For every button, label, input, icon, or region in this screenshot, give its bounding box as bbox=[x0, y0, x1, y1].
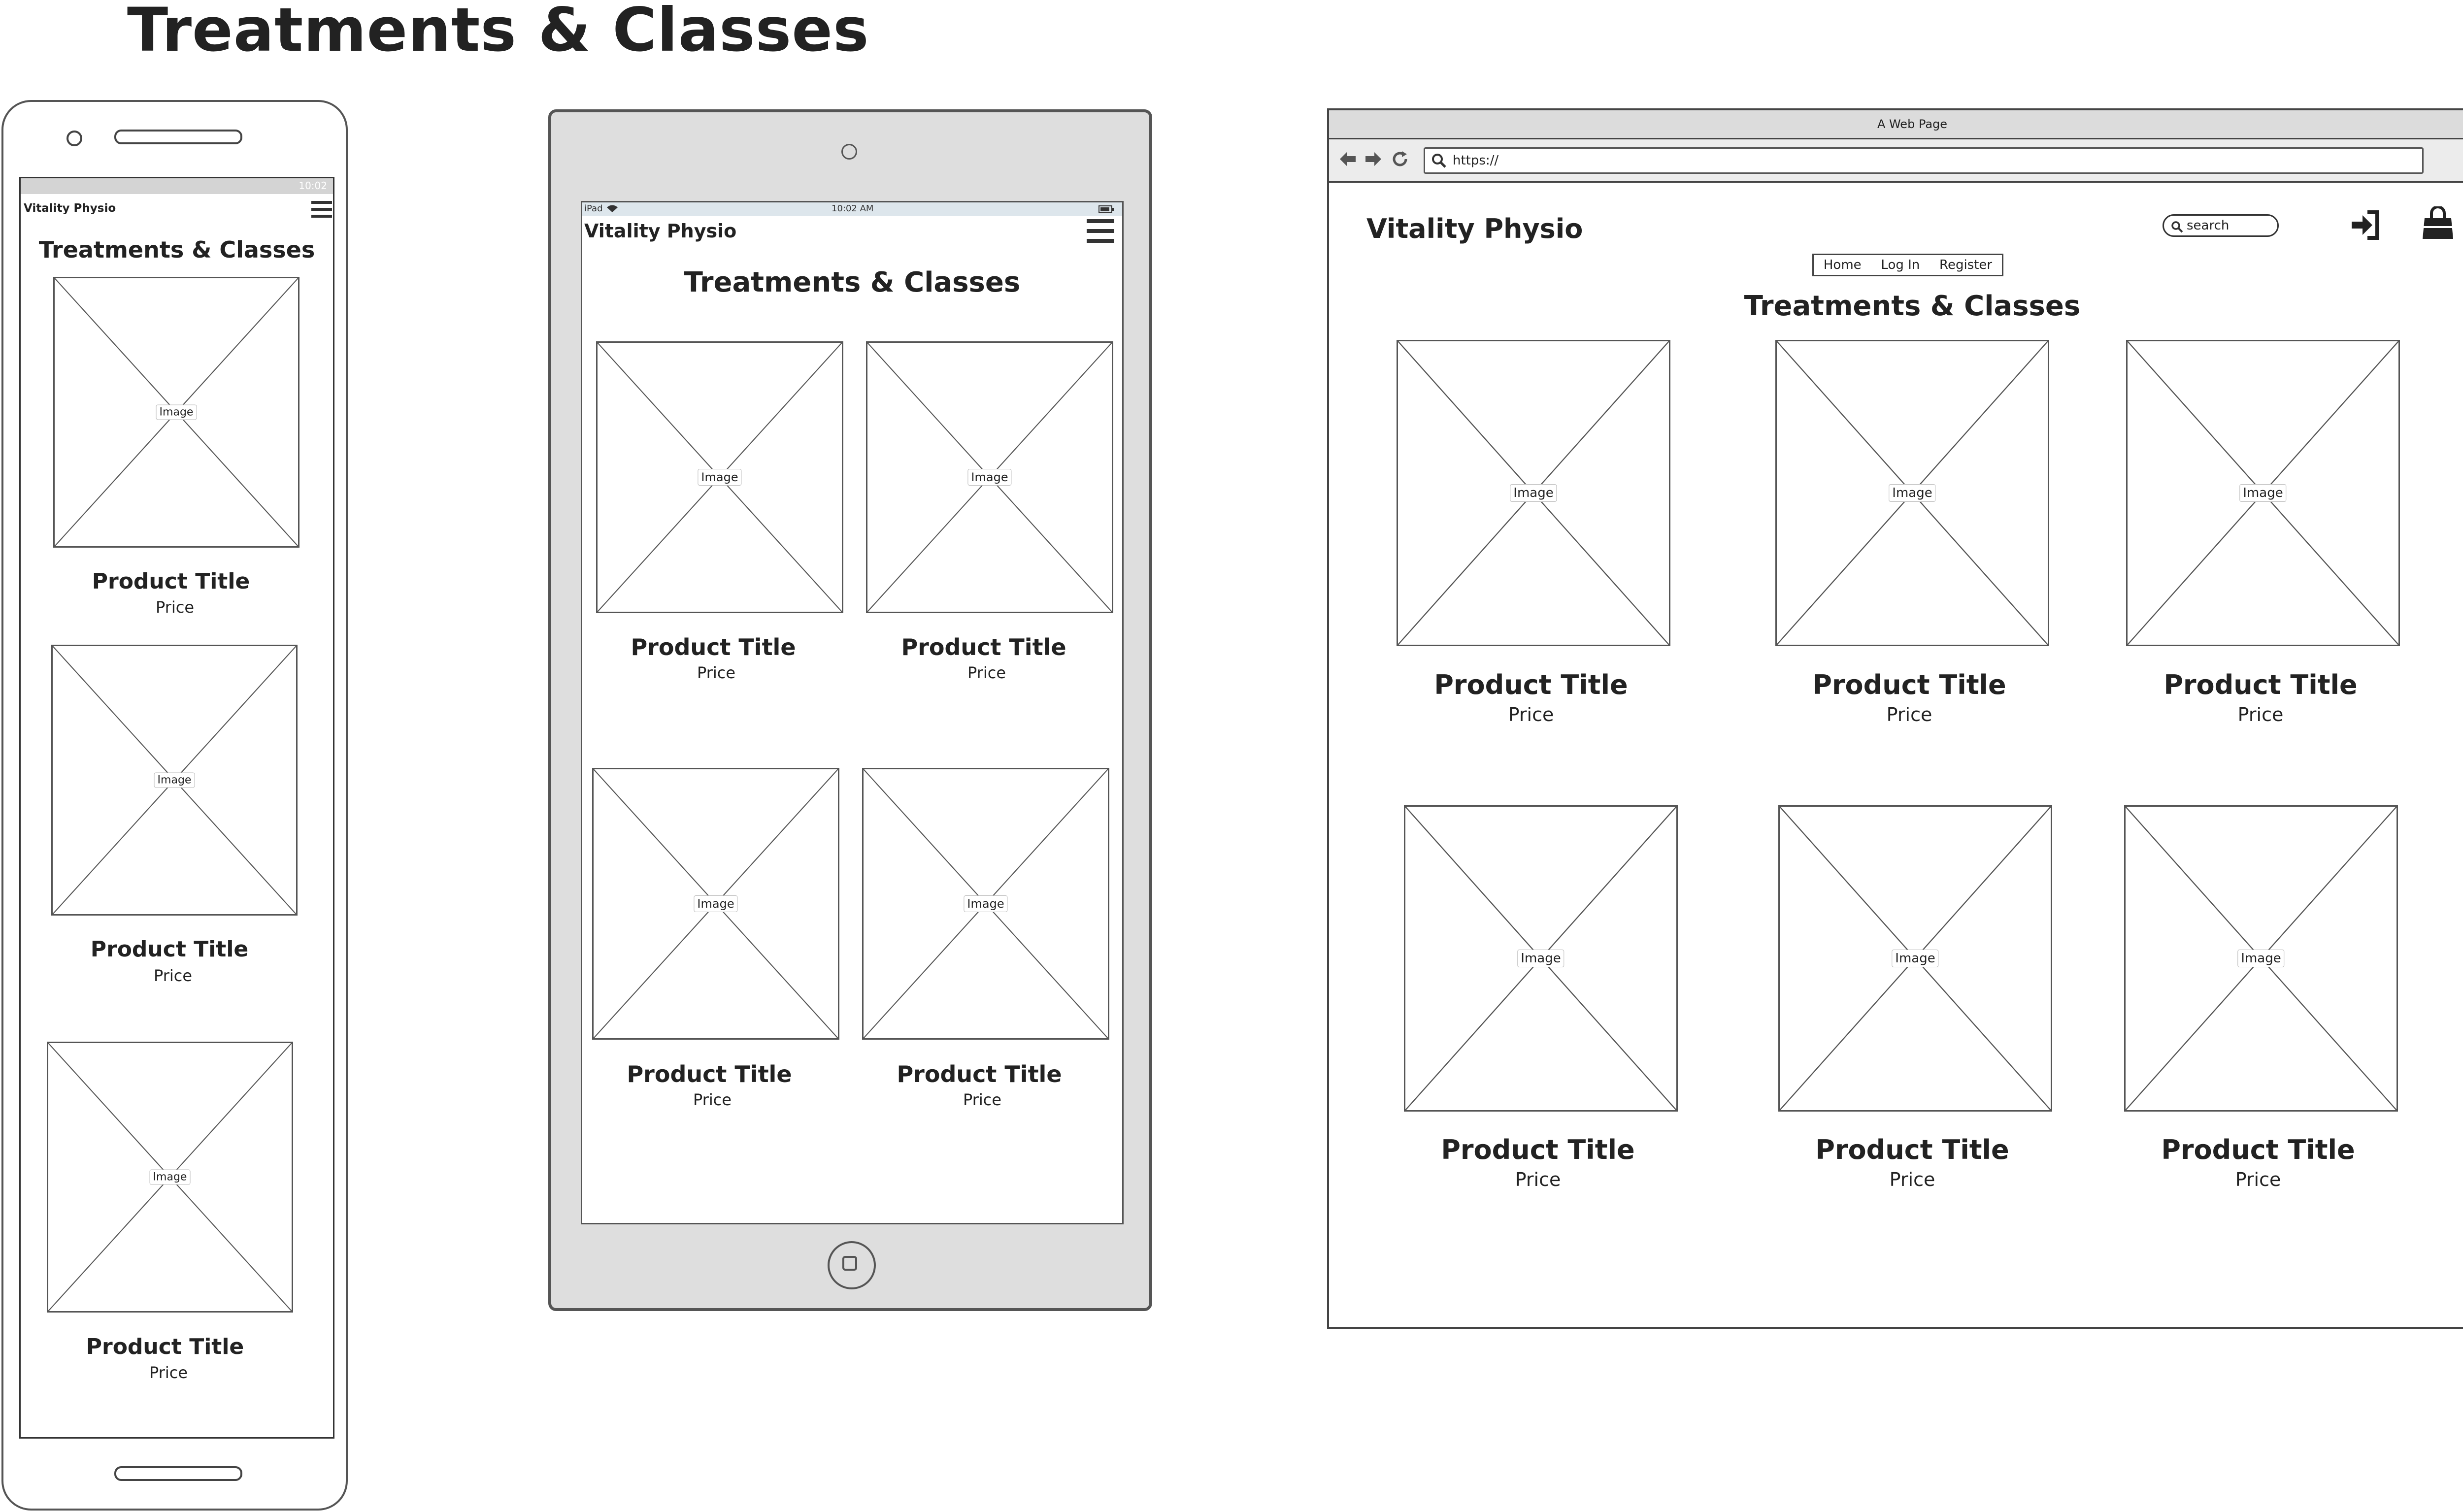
image-placeholder-label: Image bbox=[1517, 950, 1564, 967]
product-image[interactable]: Image bbox=[53, 277, 300, 548]
product-price: Price bbox=[1886, 704, 1932, 725]
nav-register[interactable]: Register bbox=[1939, 258, 1992, 272]
product-price: Price bbox=[1508, 704, 1554, 725]
browser-titlebar: A Web Page bbox=[1329, 110, 2463, 139]
product-title[interactable]: Product Title bbox=[1434, 669, 1628, 700]
product-price: Price bbox=[1515, 1169, 1561, 1190]
image-placeholder-label: Image bbox=[156, 404, 197, 420]
tablet-screen: iPad 10:02 AM Vitality Physio Treatments… bbox=[581, 201, 1124, 1224]
product-price: Price bbox=[1889, 1169, 1935, 1190]
product-price: Price bbox=[693, 1090, 732, 1109]
page-title: Treatments & Classes bbox=[127, 0, 869, 65]
phone-screen: 10:02 Vitality Physio Treatments & Class… bbox=[19, 177, 334, 1439]
product-title[interactable]: Product Title bbox=[92, 569, 250, 594]
image-placeholder-label: Image bbox=[1510, 484, 1557, 502]
product-title[interactable]: Product Title bbox=[1812, 669, 2006, 700]
image-placeholder-label: Image bbox=[154, 772, 195, 788]
tablet-mockup: iPad 10:02 AM Vitality Physio Treatments… bbox=[548, 109, 1152, 1311]
phone-speaker bbox=[114, 130, 242, 144]
phone-camera bbox=[67, 131, 82, 146]
hamburger-icon[interactable] bbox=[311, 201, 332, 219]
product-image[interactable]: Image bbox=[592, 768, 839, 1040]
product-price: Price bbox=[2237, 704, 2284, 725]
phone-status-time: 10:02 bbox=[299, 180, 327, 192]
tablet-status-device: iPad bbox=[584, 203, 603, 214]
product-price: Price bbox=[697, 663, 736, 682]
phone-brand[interactable]: Vitality Physio bbox=[24, 202, 116, 215]
tablet-brand[interactable]: Vitality Physio bbox=[584, 220, 736, 242]
wifi-icon bbox=[606, 204, 619, 216]
phone-status-bar: 10:02 bbox=[21, 178, 333, 194]
image-placeholder-label: Image bbox=[964, 895, 1008, 912]
image-placeholder-label: Image bbox=[2239, 484, 2287, 502]
hamburger-icon[interactable] bbox=[1087, 219, 1114, 244]
product-image[interactable]: Image bbox=[1775, 340, 2049, 646]
product-image[interactable]: Image bbox=[47, 1042, 293, 1313]
product-price: Price bbox=[967, 663, 1006, 682]
phone-home-bar bbox=[114, 1466, 242, 1481]
search-input[interactable]: search bbox=[2163, 214, 2279, 237]
reload-icon[interactable] bbox=[1391, 150, 1409, 170]
window-title: A Web Page bbox=[1877, 117, 1948, 131]
product-image[interactable]: Image bbox=[2126, 340, 2400, 646]
address-bar[interactable]: https:// bbox=[1424, 147, 2424, 174]
nav-log-in[interactable]: Log In bbox=[1881, 258, 1920, 272]
image-placeholder-label: Image bbox=[149, 1169, 191, 1185]
product-image[interactable]: Image bbox=[596, 341, 843, 613]
tablet-status-bar: iPad 10:02 AM bbox=[582, 202, 1122, 216]
phone-heading: Treatments & Classes bbox=[38, 236, 315, 263]
product-image[interactable]: Image bbox=[1778, 805, 2052, 1112]
image-placeholder-label: Image bbox=[967, 469, 1012, 486]
image-placeholder-label: Image bbox=[1889, 484, 1936, 502]
web-heading: Treatments & Classes bbox=[1744, 290, 2081, 322]
search-placeholder: search bbox=[2187, 218, 2230, 233]
product-title[interactable]: Product Title bbox=[897, 1061, 1062, 1087]
browser-toolbar: https:// bbox=[1329, 139, 2463, 183]
main-nav: Home Log In Register bbox=[1812, 254, 2003, 276]
search-icon bbox=[1431, 153, 1447, 176]
back-arrow-icon[interactable] bbox=[1339, 151, 1357, 169]
product-image[interactable]: Image bbox=[2124, 805, 2398, 1112]
image-placeholder-label: Image bbox=[1892, 950, 1939, 967]
phone-mockup: 10:02 Vitality Physio Treatments & Class… bbox=[1, 100, 348, 1511]
browser-window: A Web Page https:// Vitality Physio sear… bbox=[1327, 108, 2463, 1329]
image-placeholder-label: Image bbox=[694, 895, 738, 912]
shopping-bag-icon[interactable] bbox=[2422, 205, 2454, 242]
product-title[interactable]: Product Title bbox=[91, 937, 248, 962]
product-price: Price bbox=[2235, 1169, 2281, 1190]
product-title[interactable]: Product Title bbox=[1441, 1134, 1634, 1165]
product-image[interactable]: Image bbox=[51, 645, 298, 916]
tablet-heading: Treatments & Classes bbox=[684, 266, 1021, 298]
product-price: Price bbox=[153, 966, 193, 985]
home-square-icon bbox=[842, 1256, 857, 1271]
product-title[interactable]: Product Title bbox=[2161, 1134, 2355, 1165]
nav-home[interactable]: Home bbox=[1824, 258, 1862, 272]
battery-icon bbox=[1098, 205, 1114, 216]
tablet-camera bbox=[841, 144, 857, 160]
product-image[interactable]: Image bbox=[1397, 340, 1670, 646]
product-title[interactable]: Product Title bbox=[1815, 1134, 2009, 1165]
url-text: https:// bbox=[1453, 153, 1499, 168]
product-price: Price bbox=[149, 1363, 188, 1382]
product-title[interactable]: Product Title bbox=[631, 634, 796, 660]
login-icon[interactable] bbox=[2350, 210, 2380, 242]
forward-arrow-icon[interactable] bbox=[1365, 151, 1382, 169]
product-title[interactable]: Product Title bbox=[627, 1061, 792, 1087]
search-icon bbox=[2171, 220, 2184, 239]
product-title[interactable]: Product Title bbox=[901, 634, 1066, 660]
product-image[interactable]: Image bbox=[862, 768, 1109, 1040]
tablet-status-time: 10:02 AM bbox=[832, 203, 874, 214]
site-brand[interactable]: Vitality Physio bbox=[1366, 213, 1583, 244]
product-image[interactable]: Image bbox=[866, 341, 1113, 613]
product-title[interactable]: Product Title bbox=[86, 1334, 244, 1359]
image-placeholder-label: Image bbox=[2237, 950, 2285, 967]
image-placeholder-label: Image bbox=[698, 469, 742, 486]
web-page-content: Vitality Physio search Home Log In Regis… bbox=[1329, 183, 2463, 1327]
product-image[interactable]: Image bbox=[1404, 805, 1678, 1112]
product-price: Price bbox=[155, 598, 195, 617]
product-price: Price bbox=[963, 1090, 1002, 1109]
product-title[interactable]: Product Title bbox=[2163, 669, 2357, 700]
